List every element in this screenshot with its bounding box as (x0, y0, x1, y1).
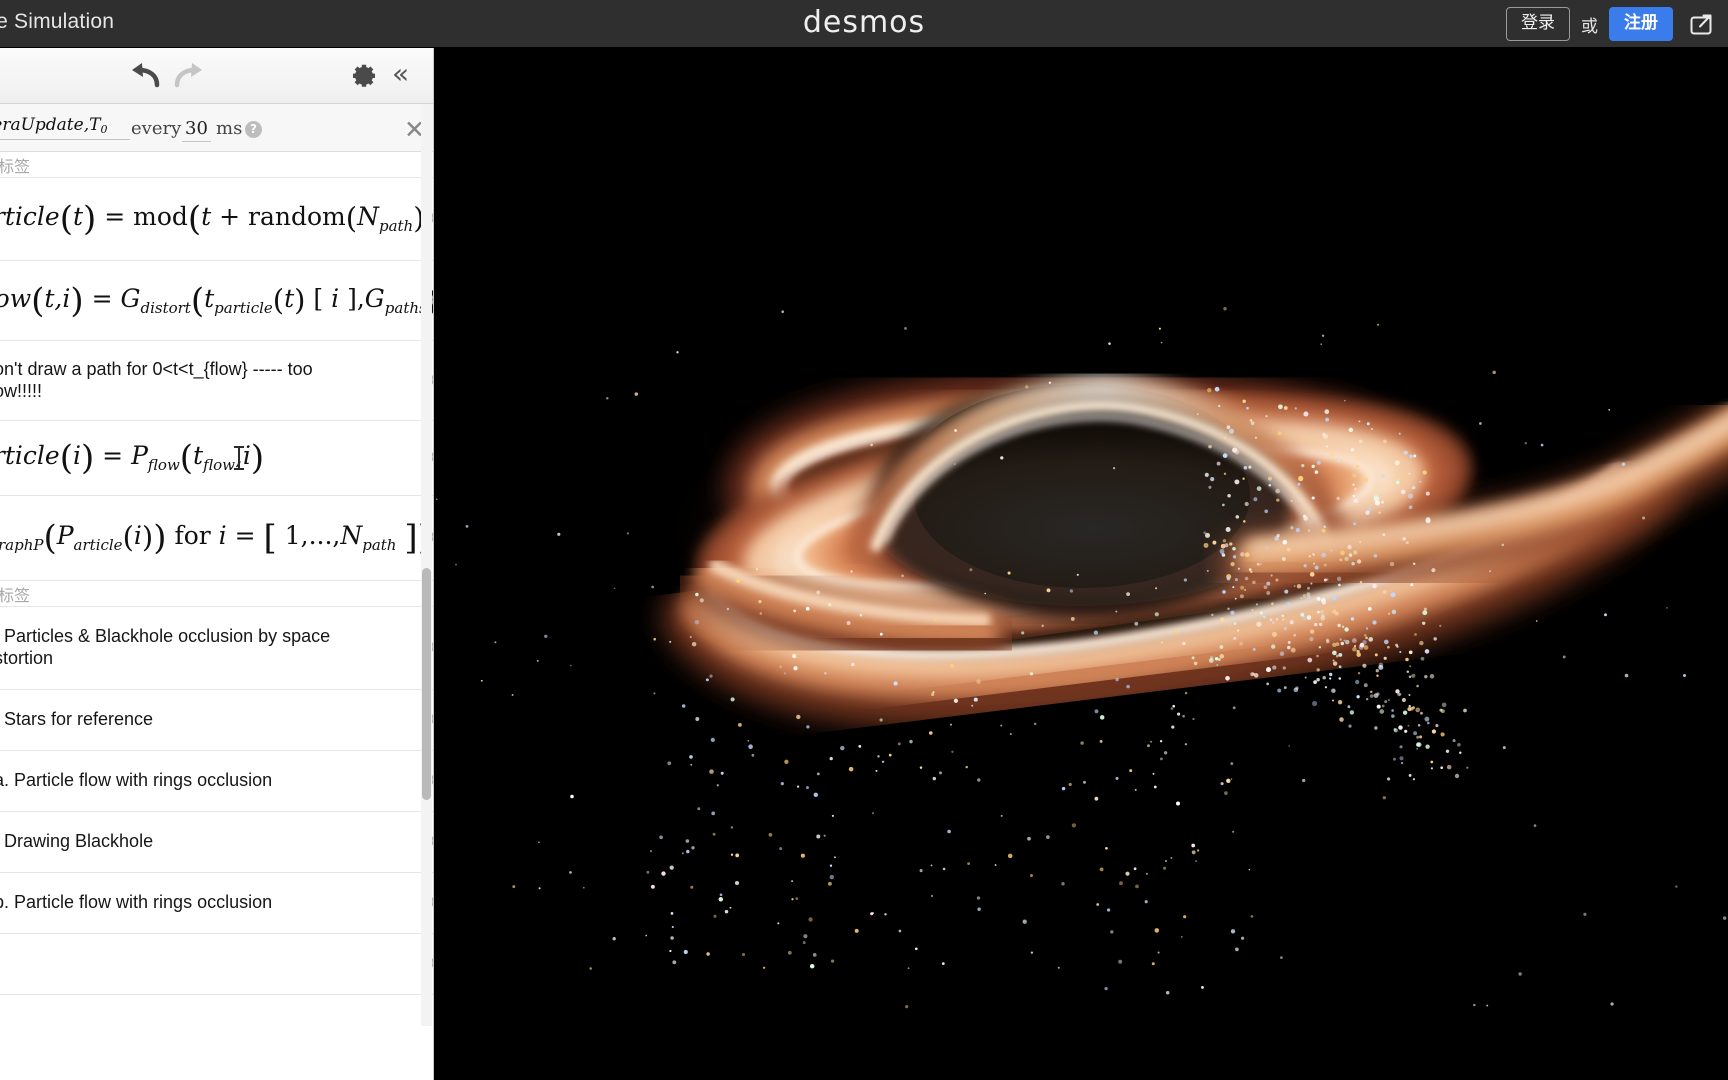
blackhole-graph-canvas[interactable] (434, 48, 1728, 1080)
expression-row-note[interactable]: . Drawing Blackhole✕ (0, 812, 433, 873)
undo-arrow-icon[interactable] (128, 62, 162, 95)
expression-panel: « ameraUpdate,T0 every 30 ms ? ✕ 标签 artic… (0, 48, 434, 1080)
share-icon[interactable] (1684, 7, 1718, 41)
or-separator-label: 或 (1581, 16, 1598, 37)
math-expression: GraphP(Particle(i)) for i = [ 1,...,Npat… (0, 518, 431, 558)
gear-icon[interactable] (350, 62, 378, 95)
note-text: . Drawing Blackhole (0, 831, 154, 852)
ticker-unit-label: ms (216, 118, 243, 139)
question-mark-icon[interactable]: ? (245, 121, 262, 138)
nav-right-group: 登录 或 注册 (1506, 0, 1718, 48)
text-cursor (234, 446, 244, 470)
ticker-expression-text: ameraUpdate, (0, 115, 90, 135)
expression-row-note[interactable]: ✕ (0, 934, 433, 995)
redo-arrow-icon[interactable] (172, 62, 206, 95)
panel-toolbar: « (0, 48, 433, 104)
expression-label-row[interactable]: 标签 (0, 581, 433, 607)
expression-row-note[interactable]: b. Particle flow with rings occlusion✕ (0, 873, 433, 934)
blackhole-render (434, 48, 1728, 1080)
expression-list-scrollbar-thumb[interactable] (422, 568, 431, 800)
expression-row-math[interactable]: GraphP(Particle(i)) for i = [ 1,...,Npat… (0, 496, 433, 581)
expression-row-math[interactable]: article(i) = Pflow(tflow,i)✕ (0, 421, 433, 496)
math-expression: flow(t,i) = Gdistort(tparticle(t) [ i ],… (0, 280, 433, 321)
expression-row-note[interactable]: a. Particle flow with rings occlusion✕ (0, 751, 433, 812)
note-text: a. Particle flow with rings occlusion (0, 770, 273, 791)
expression-row-note[interactable]: . Particles & Blackhole occlusion by spa… (0, 607, 433, 690)
expression-list[interactable]: 标签 article(t) = mod(t + random(Npath) · t… (0, 152, 433, 1080)
ticker-bar: ameraUpdate,T0 every 30 ms ? ✕ (0, 104, 433, 152)
expression-row-note[interactable]: . Stars for reference✕ (0, 690, 433, 751)
note-text: . Particles & Blackhole occlusion by spa… (0, 626, 331, 668)
ticker-expression-field[interactable]: ameraUpdate,T0 (0, 115, 130, 140)
label-placeholder: 标签 (0, 156, 31, 176)
expression-row-math[interactable]: flow(t,i) = Gdistort(tparticle(t) [ i ],… (0, 261, 433, 341)
ticker-every-label: every (131, 118, 182, 139)
top-navigation-bar: Hole Simulation desmos 登录 或 注册 (0, 0, 1728, 48)
ticker-interval-input[interactable]: 30 (182, 118, 211, 142)
expression-row-note[interactable]: on't draw a path for 0<t<t_{flow} ----- … (0, 341, 433, 421)
expression-list-scrollbar-track[interactable] (421, 104, 432, 1026)
ticker-expression-sub-index: 0 (100, 123, 108, 136)
ticker-expression-sub-var: T (89, 115, 101, 135)
signup-button[interactable]: 注册 (1609, 7, 1673, 41)
note-text: b. Particle flow with rings occlusion (0, 892, 273, 913)
math-expression: article(i) = Pflow(tflow,i) (0, 438, 265, 478)
collapse-panel-icon[interactable]: « (392, 60, 409, 88)
document-title[interactable]: Hole Simulation (0, 10, 114, 34)
expression-row-math[interactable]: article(t) = mod(t + random(Npath) · ten… (0, 178, 433, 261)
note-text: . Stars for reference (0, 709, 154, 730)
expression-label-row[interactable]: 标签 (0, 152, 433, 178)
desmos-logo[interactable]: desmos (803, 5, 925, 40)
math-expression: article(t) = mod(t + random(Npath) · ten… (0, 199, 433, 239)
label-placeholder: 标签 (0, 585, 31, 605)
note-text: on't draw a path for 0<t<t_{flow} ----- … (0, 358, 313, 401)
login-button[interactable]: 登录 (1506, 7, 1570, 41)
